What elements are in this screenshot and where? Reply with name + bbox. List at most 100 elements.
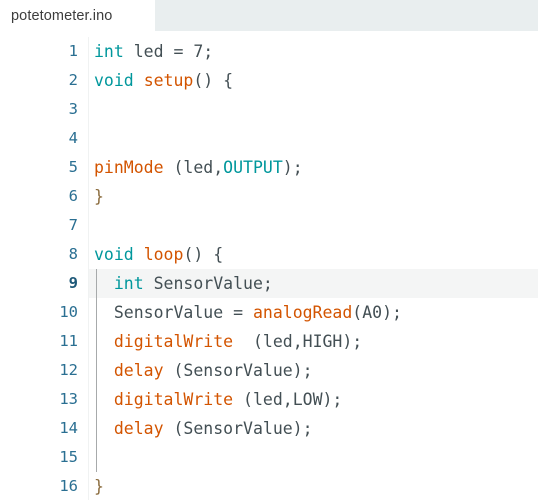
code-token: led = 7; — [123, 42, 214, 61]
code-token: (SensorValue); — [163, 361, 313, 380]
line-number: 13 — [59, 390, 78, 408]
code-line[interactable]: 9 int SensorValue; — [0, 269, 538, 298]
code-editor[interactable]: 1 int led = 7; 2 void setup() {3 4 5 pinMode (… — [0, 32, 538, 500]
gutter-separator — [88, 298, 89, 327]
line-number: 7 — [68, 216, 78, 234]
code-line[interactable]: 3 — [0, 95, 538, 124]
code-line[interactable]: 7 — [0, 211, 538, 240]
code-token: SensorValue = — [94, 303, 253, 322]
gutter-separator — [88, 153, 89, 182]
code-token: digitalWrite — [113, 390, 234, 409]
gutter-separator — [88, 124, 89, 153]
code-line[interactable]: 14 delay (SensorValue); — [0, 414, 538, 443]
line-number: 15 — [59, 448, 78, 466]
code-line-text: SensorValue = analogRead(A0); — [94, 298, 402, 327]
code-token: } — [94, 187, 104, 206]
code-line[interactable]: 15 — [0, 443, 538, 472]
code-line-text: int SensorValue; — [94, 269, 273, 298]
code-line[interactable]: 2 void setup() { — [0, 66, 538, 95]
code-line-text: digitalWrite (led,HIGH); — [94, 327, 362, 356]
code-line-text: pinMode (led,OUTPUT); — [94, 153, 303, 182]
line-number: 3 — [68, 100, 78, 118]
code-line-text: void setup() { — [94, 66, 233, 95]
code-line-text: delay (SensorValue); — [94, 414, 313, 443]
line-number: 5 — [68, 158, 78, 176]
code-line[interactable]: 16} — [0, 472, 538, 500]
code-token: SensorValue; — [143, 274, 273, 293]
code-token: } — [94, 477, 104, 496]
code-line-text: delay (SensorValue); — [94, 356, 313, 385]
code-line[interactable]: 1 int led = 7; — [0, 37, 538, 66]
code-token: void — [94, 245, 134, 264]
code-token: delay — [113, 419, 164, 438]
code-line[interactable]: 12 delay (SensorValue); — [0, 356, 538, 385]
line-number: 10 — [59, 303, 78, 321]
tab-potetometer-ino[interactable]: potetometer.ino — [0, 0, 155, 32]
gutter-separator — [88, 356, 89, 385]
code-token: () { — [183, 245, 224, 264]
code-token: (led,LOW); — [233, 390, 343, 409]
code-line-text: digitalWrite (led,LOW); — [94, 385, 343, 414]
tab-bar-empty-area — [155, 0, 538, 31]
gutter-separator — [88, 95, 89, 124]
gutter-separator — [88, 414, 89, 443]
indent-guide — [96, 443, 97, 472]
line-number: 11 — [59, 332, 78, 350]
code-line[interactable]: 6} — [0, 182, 538, 211]
gutter-separator — [88, 66, 89, 95]
tab-bar: potetometer.ino — [0, 0, 538, 32]
code-token: setup — [143, 71, 194, 90]
code-token: int — [94, 42, 124, 61]
code-token: () { — [193, 71, 234, 90]
code-line[interactable]: 4 — [0, 124, 538, 153]
code-line[interactable]: 8 void loop() { — [0, 240, 538, 269]
line-number: 6 — [68, 187, 78, 205]
code-line[interactable]: 10 SensorValue = analogRead(A0); — [0, 298, 538, 327]
code-token: (A0); — [352, 303, 402, 322]
code-line[interactable]: 11 digitalWrite (led,HIGH); — [0, 327, 538, 356]
code-line-text: } — [94, 182, 104, 211]
line-number: 12 — [59, 361, 78, 379]
gutter-separator — [88, 472, 89, 500]
gutter-separator — [88, 240, 89, 269]
gutter-separator — [88, 37, 89, 66]
code-line-text: void loop() { — [94, 240, 223, 269]
code-line[interactable]: 13 digitalWrite (led,LOW); — [0, 385, 538, 414]
code-token: (led,HIGH); — [233, 332, 363, 351]
code-token: pinMode — [94, 158, 164, 177]
code-token: (led, — [163, 158, 224, 177]
code-lines-container: 1 int led = 7; 2 void setup() {3 4 5 pinMode (… — [0, 32, 538, 500]
code-line-text: int led = 7; — [94, 37, 213, 66]
gutter-separator — [88, 385, 89, 414]
tab-label: potetometer.ino — [11, 8, 113, 24]
line-number: 8 — [68, 245, 78, 263]
code-token: (SensorValue); — [163, 419, 313, 438]
code-token: ); — [282, 158, 303, 177]
line-number: 2 — [68, 71, 78, 89]
code-line-text: } — [94, 472, 104, 500]
gutter-separator — [88, 269, 89, 298]
line-number: 16 — [59, 477, 78, 495]
code-token: digitalWrite — [113, 332, 234, 351]
line-number: 1 — [68, 42, 78, 60]
code-token: void — [94, 71, 134, 90]
gutter-separator — [88, 182, 89, 211]
code-token: analogRead — [252, 303, 353, 322]
code-token: delay — [113, 361, 164, 380]
code-token: OUTPUT — [223, 158, 283, 177]
line-number: 9 — [68, 274, 78, 292]
code-token: loop — [143, 245, 184, 264]
gutter-separator — [88, 327, 89, 356]
code-token: int — [113, 274, 144, 293]
gutter-separator — [88, 211, 89, 240]
line-number: 4 — [68, 129, 78, 147]
gutter-separator — [88, 443, 89, 472]
code-line[interactable]: 5 pinMode (led,OUTPUT); — [0, 153, 538, 182]
